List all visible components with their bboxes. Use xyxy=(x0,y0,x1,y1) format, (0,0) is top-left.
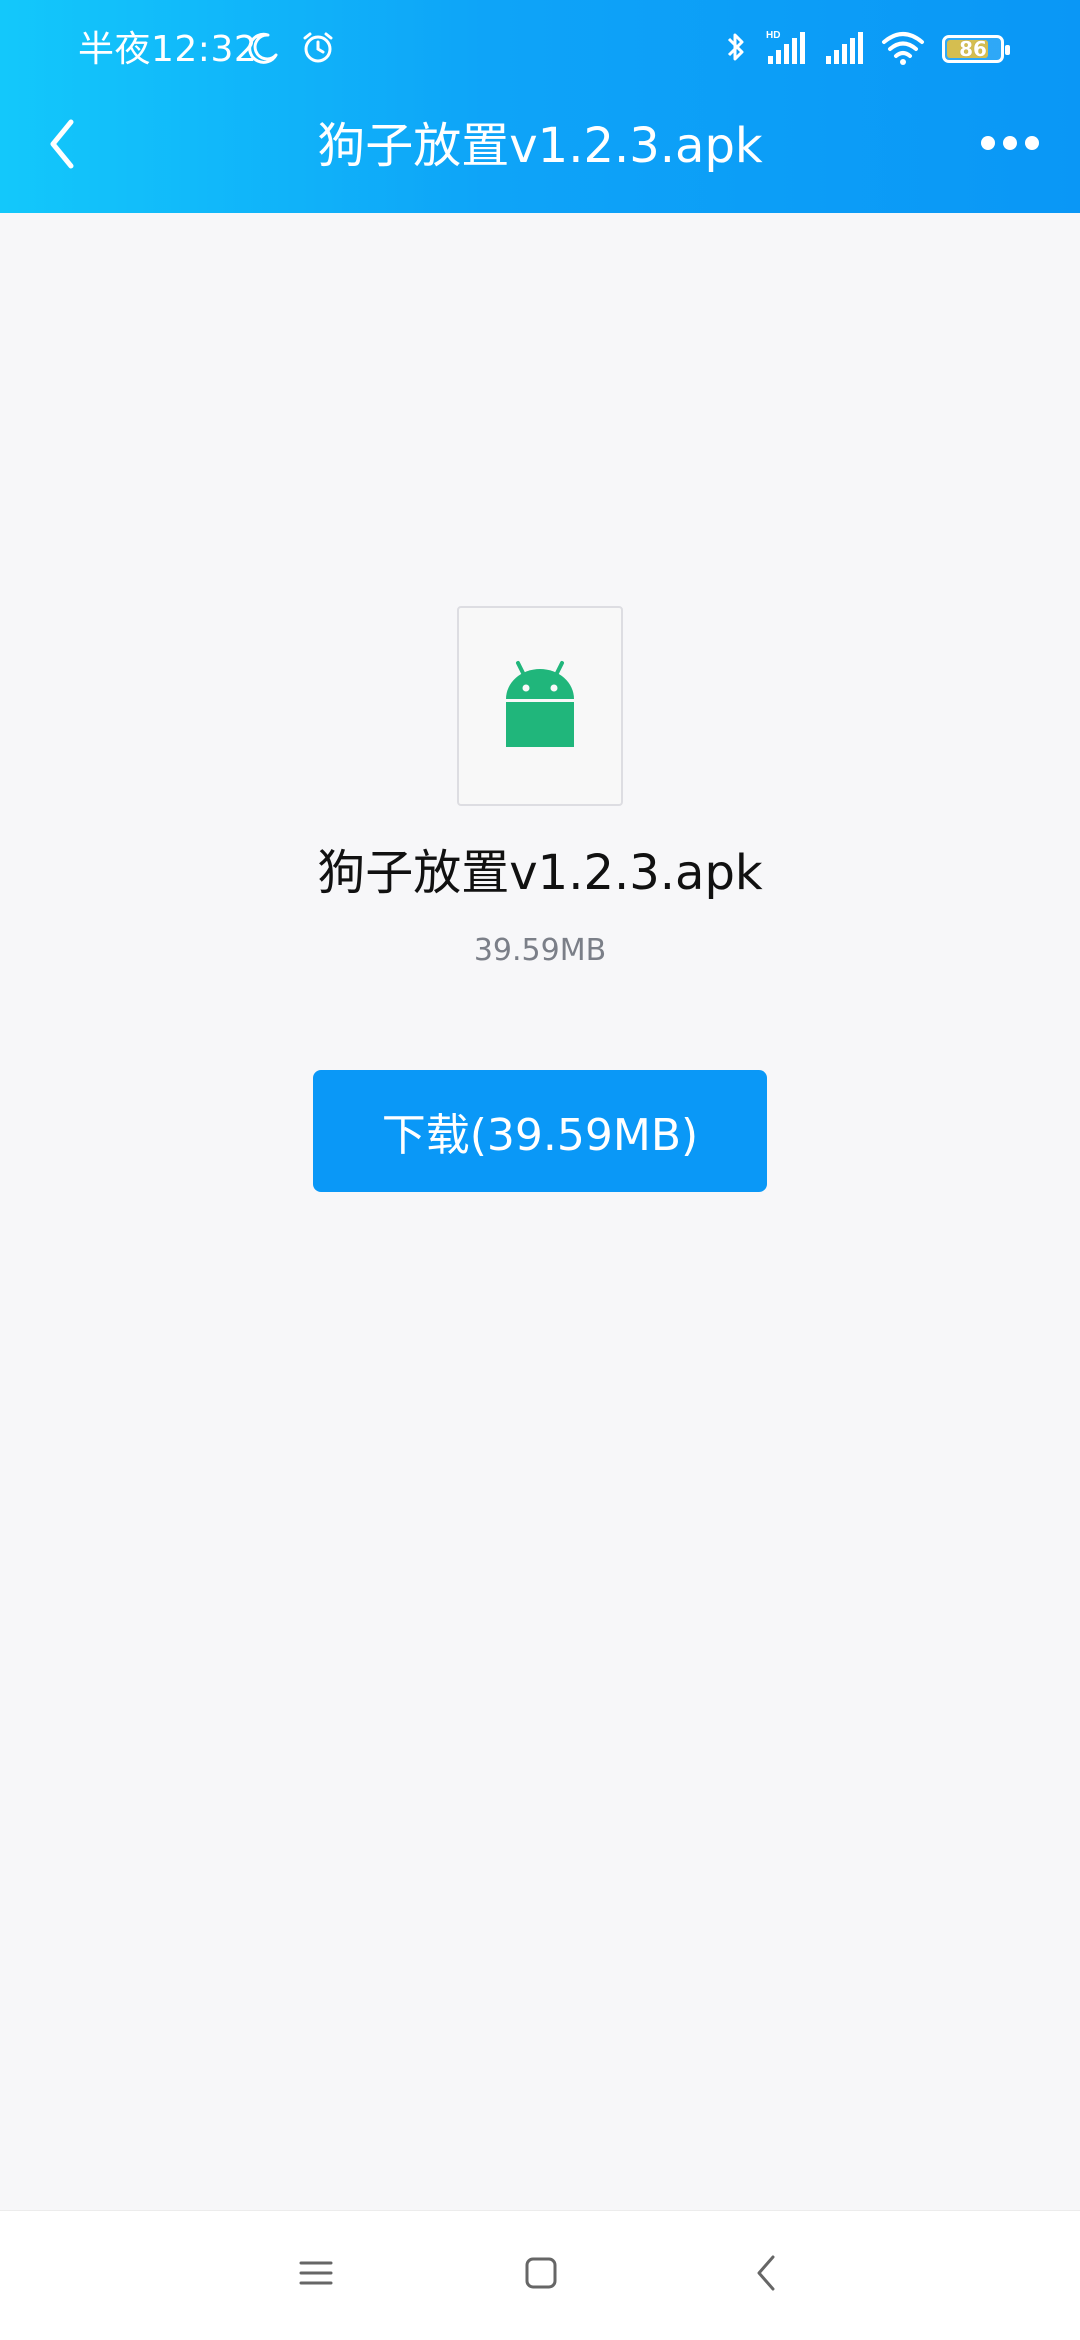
top-bar: 半夜12:32 HD 86 狗子放置v1.2.3.apk xyxy=(0,0,1080,213)
menu-button[interactable] xyxy=(291,2250,341,2300)
status-left-icons xyxy=(246,30,336,70)
more-icon xyxy=(978,133,1042,157)
android-icon xyxy=(504,659,576,753)
moon-icon xyxy=(246,31,280,69)
battery-icon: 86 xyxy=(942,35,1010,63)
file-card xyxy=(457,606,623,806)
hd-signal-icon: HD xyxy=(764,28,806,70)
menu-icon xyxy=(298,2258,334,2292)
system-navigation-bar xyxy=(0,2210,1080,2340)
battery-level: 86 xyxy=(959,37,987,61)
main-content: 狗子放置v1.2.3.apk 39.59MB 下载(39.59MB) xyxy=(0,213,1080,2211)
system-back-button[interactable] xyxy=(742,2250,792,2300)
download-button[interactable]: 下载(39.59MB) xyxy=(313,1070,767,1192)
signal-icon xyxy=(822,28,864,70)
app-header: 狗子放置v1.2.3.apk xyxy=(0,100,1080,213)
file-name: 狗子放置v1.2.3.apk xyxy=(317,845,763,901)
status-right-icons: HD 86 xyxy=(724,28,1010,70)
home-button[interactable] xyxy=(516,2250,566,2300)
status-time: 半夜12:32 xyxy=(78,29,258,70)
back-icon xyxy=(753,2253,781,2297)
wifi-icon xyxy=(880,28,926,70)
file-size: 39.59MB xyxy=(473,933,607,968)
more-button[interactable] xyxy=(970,120,1050,170)
alarm-icon xyxy=(300,30,336,70)
status-bar: 半夜12:32 HD 86 xyxy=(0,0,1080,100)
page-title: 狗子放置v1.2.3.apk xyxy=(317,118,763,174)
bluetooth-icon xyxy=(724,29,748,69)
home-icon xyxy=(523,2255,559,2295)
svg-text:HD: HD xyxy=(766,30,780,41)
